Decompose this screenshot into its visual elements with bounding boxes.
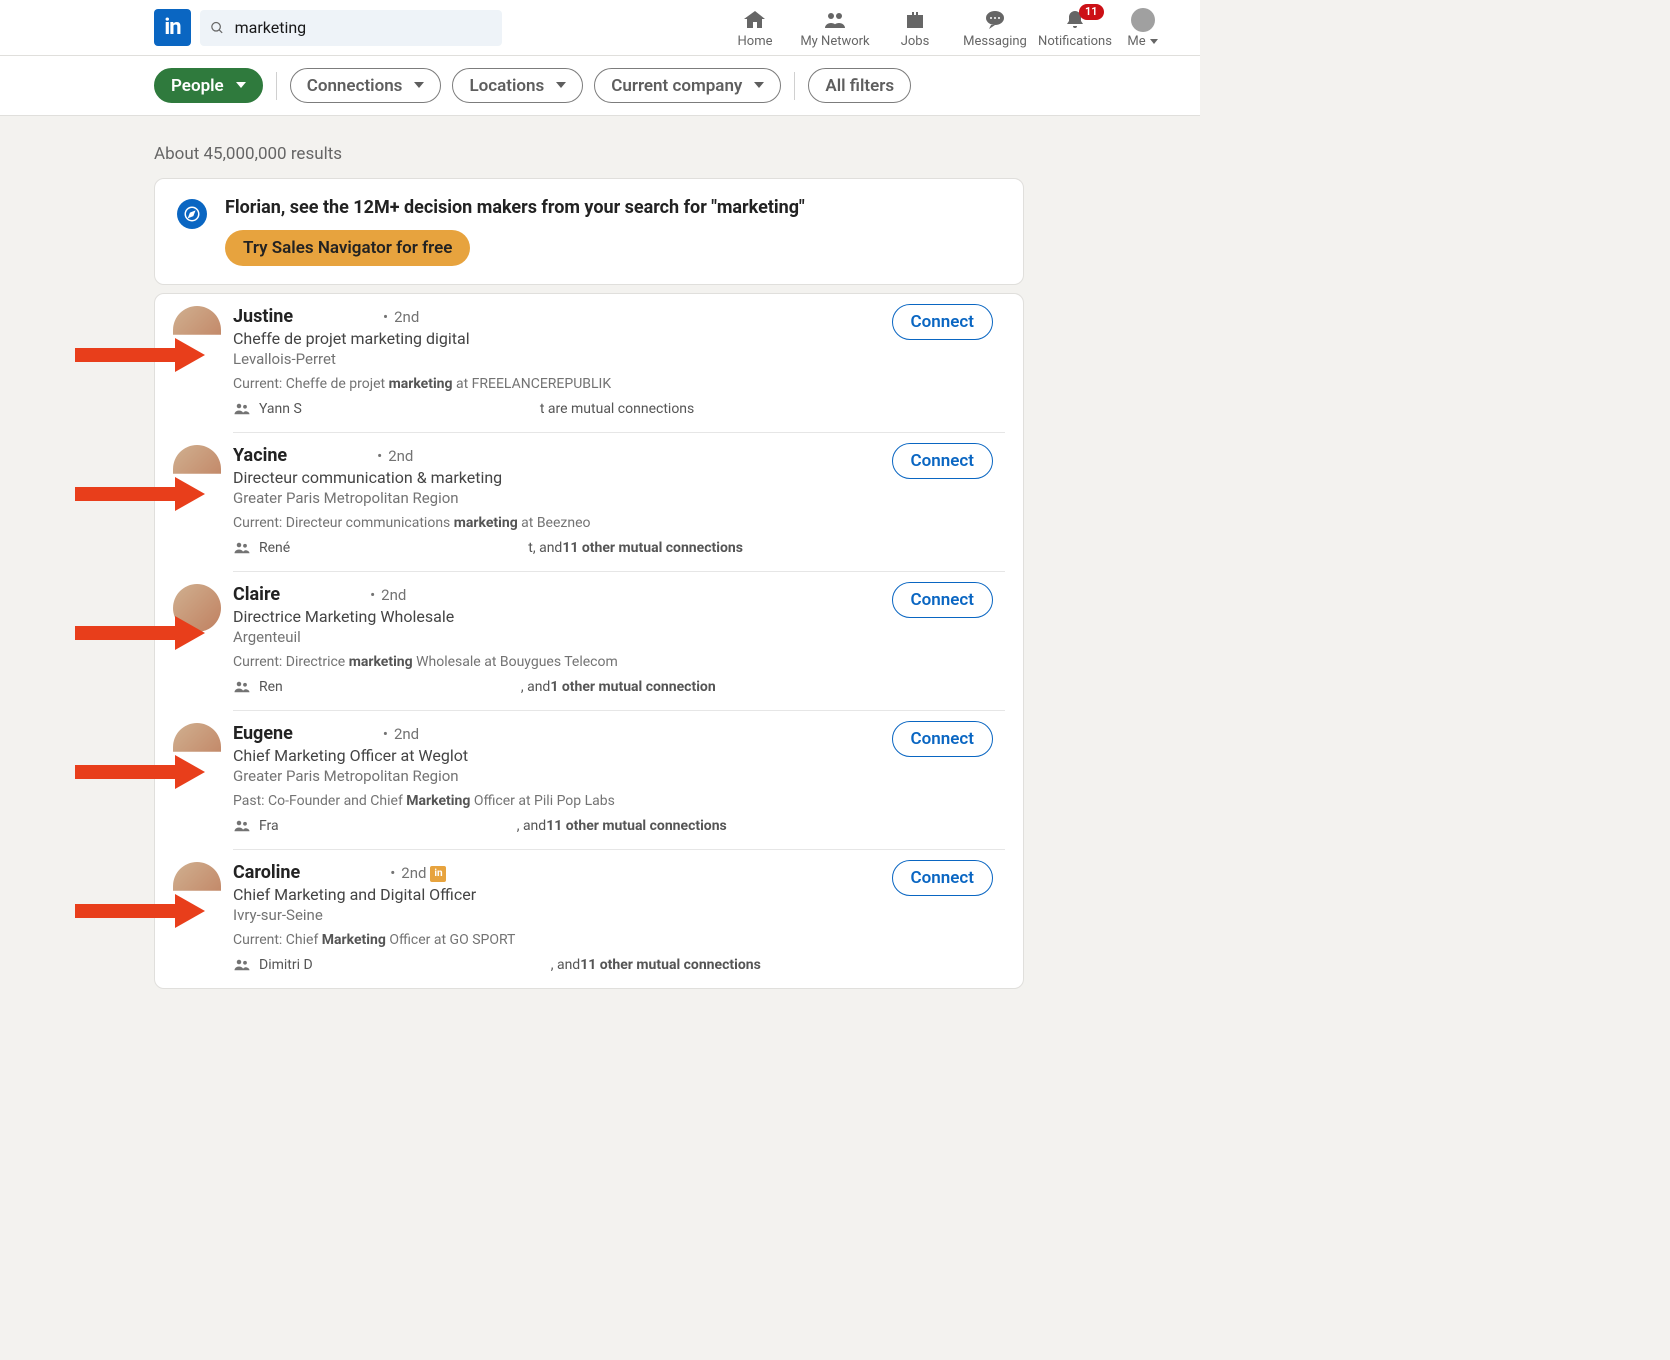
profile-current: Current: Cheffe de projet marketing at F…	[233, 376, 1005, 392]
connect-button[interactable]: Connect	[892, 304, 993, 340]
nav-network[interactable]: My Network	[795, 0, 875, 56]
connection-degree: 2nd	[383, 308, 419, 326]
mutual-connections[interactable]: Dimitri D░░░░░░░░░░░░░░░░░░░░░░░░, and 1…	[233, 956, 1005, 974]
premium-badge-icon: in	[430, 866, 446, 882]
connect-button[interactable]: Connect	[892, 582, 993, 618]
filter-connections[interactable]: Connections	[290, 68, 442, 103]
nav-messaging-label: Messaging	[963, 34, 1027, 49]
profile-name-link[interactable]: Eugene	[233, 723, 293, 744]
mutual-connections[interactable]: Fra░░░░░░░░░░░░░░░░░░░░░░░░, and 11 othe…	[233, 817, 1005, 835]
connection-degree: 2nd	[370, 586, 406, 604]
connection-degree: 2ndin	[390, 864, 446, 882]
profile-name-link[interactable]: Yacine	[233, 445, 287, 466]
profile-avatar[interactable]	[173, 584, 221, 632]
filter-connections-label: Connections	[307, 76, 403, 96]
profile-headline: Chief Marketing and Digital Officer	[233, 885, 1005, 904]
mutual-connections[interactable]: Ren░░░░░░░░░░░░░░░░░░░░░░░░, and 1 other…	[233, 678, 1005, 696]
profile-headline: Directrice Marketing Wholesale	[233, 607, 1005, 626]
search-result: Claire 2nd Directrice Marketing Wholesale A…	[155, 572, 1023, 711]
nav-icons: Home My Network Jobs Messaging 11 Notifi…	[715, 0, 1170, 56]
connection-degree: 2nd	[377, 447, 413, 465]
profile-current: Current: Directrice marketing Wholesale …	[233, 654, 1005, 670]
content: About 45,000,000 results Florian, see th…	[0, 116, 1200, 989]
nav-notifications[interactable]: 11 Notifications	[1035, 0, 1115, 56]
filter-all[interactable]: All filters	[808, 68, 911, 103]
chevron-down-icon	[1148, 33, 1158, 48]
profile-avatar[interactable]	[173, 723, 221, 771]
messaging-icon	[983, 8, 1007, 32]
profile-headline: Directeur communication & marketing	[233, 468, 1005, 487]
filter-company[interactable]: Current company	[594, 68, 781, 103]
profile-headline: Chief Marketing Officer at Weglot	[233, 746, 1005, 765]
filter-divider	[794, 72, 795, 100]
profile-current: Past: Co-Founder and Chief Marketing Off…	[233, 793, 1005, 809]
people-icon	[233, 400, 251, 418]
mutual-connections[interactable]: René░░░░░░░░░░░░░░░░░░░░░░░░t, and 11 ot…	[233, 539, 1005, 557]
search-result: Caroline 2ndin Chief Marketing and Digital…	[155, 850, 1023, 988]
network-icon	[823, 8, 847, 32]
results-list: Justine 2nd Cheffe de projet marketing dig…	[154, 293, 1024, 989]
people-icon	[233, 539, 251, 557]
filter-locations-label: Locations	[469, 76, 544, 96]
profile-location: Greater Paris Metropolitan Region	[233, 767, 1005, 785]
search-result: Justine 2nd Cheffe de projet marketing dig…	[155, 294, 1023, 433]
filter-locations[interactable]: Locations	[452, 68, 583, 103]
compass-icon	[177, 199, 207, 229]
people-icon	[233, 956, 251, 974]
jobs-icon	[903, 8, 927, 32]
nav-me[interactable]: Me	[1115, 0, 1170, 56]
connection-degree: 2nd	[383, 725, 419, 743]
people-icon	[233, 817, 251, 835]
nav-jobs[interactable]: Jobs	[875, 0, 955, 56]
nav-notifications-label: Notifications	[1038, 34, 1112, 49]
profile-current: Current: Directeur communications market…	[233, 515, 1005, 531]
connect-button[interactable]: Connect	[892, 721, 993, 757]
page-wrap: in Home My Network Jobs Messaging 11 Not…	[0, 0, 1200, 989]
try-sales-nav-button[interactable]: Try Sales Navigator for free	[225, 230, 470, 266]
search-result: Eugene 2nd Chief Marketing Officer at Wegl…	[155, 711, 1023, 850]
search-box[interactable]	[200, 10, 502, 46]
profile-location: Levallois-Perret	[233, 350, 1005, 368]
nav-home[interactable]: Home	[715, 0, 795, 56]
filter-company-label: Current company	[611, 76, 742, 96]
top-nav: in Home My Network Jobs Messaging 11 Not…	[0, 0, 1200, 56]
nav-network-label: My Network	[800, 34, 869, 49]
profile-location: Greater Paris Metropolitan Region	[233, 489, 1005, 507]
mutual-connections[interactable]: Yann S░░░░░░░░░░░░░░░░░░░░░░░░t are mutu…	[233, 400, 1005, 418]
profile-location: Argenteuil	[233, 628, 1005, 646]
profile-current: Current: Chief Marketing Officer at GO S…	[233, 932, 1005, 948]
people-icon	[233, 678, 251, 696]
filter-all-label: All filters	[825, 76, 894, 96]
search-icon	[210, 20, 225, 36]
connect-button[interactable]: Connect	[892, 860, 993, 896]
profile-name-link[interactable]: Claire	[233, 584, 280, 605]
filter-bar: People Connections Locations Current com…	[0, 56, 1200, 116]
sales-nav-promo: Florian, see the 12M+ decision makers fr…	[154, 178, 1024, 285]
results-count: About 45,000,000 results	[154, 144, 1024, 164]
profile-headline: Cheffe de projet marketing digital	[233, 329, 1005, 348]
search-input[interactable]	[235, 18, 492, 37]
nav-me-label: Me	[1127, 34, 1145, 49]
profile-location: Ivry-sur-Seine	[233, 906, 1005, 924]
nav-jobs-label: Jobs	[901, 34, 930, 49]
nav-home-label: Home	[738, 34, 773, 49]
nav-messaging[interactable]: Messaging	[955, 0, 1035, 56]
profile-name-link[interactable]: Justine	[233, 306, 293, 327]
promo-title: Florian, see the 12M+ decision makers fr…	[225, 197, 805, 218]
profile-avatar[interactable]	[173, 306, 221, 354]
home-icon	[743, 8, 767, 32]
profile-name-link[interactable]: Caroline	[233, 862, 300, 883]
filter-divider	[276, 72, 277, 100]
profile-avatar[interactable]	[173, 862, 221, 910]
notifications-badge: 11	[1079, 4, 1104, 20]
avatar-icon	[1131, 8, 1155, 32]
search-result: Yacine 2nd Directeur communication & marke…	[155, 433, 1023, 572]
linkedin-logo[interactable]: in	[154, 9, 191, 46]
filter-people[interactable]: People	[154, 68, 263, 103]
connect-button[interactable]: Connect	[892, 443, 993, 479]
filter-people-label: People	[171, 76, 224, 96]
profile-avatar[interactable]	[173, 445, 221, 493]
